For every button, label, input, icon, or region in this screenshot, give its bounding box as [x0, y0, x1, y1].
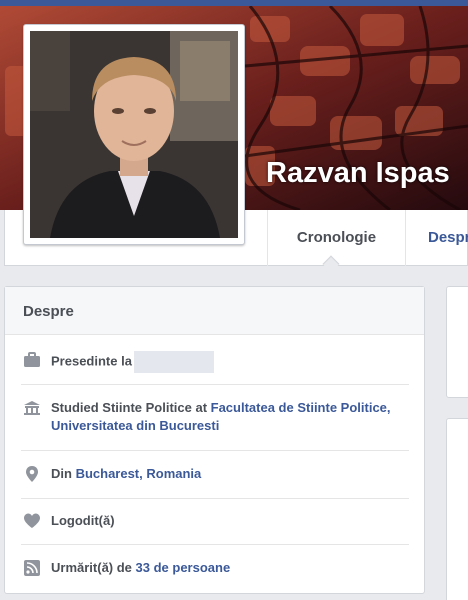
followers-text: Urmărit(ă) de [51, 560, 136, 575]
rss-feed-icon [23, 559, 41, 577]
school-icon [23, 399, 41, 417]
tab-timeline[interactable]: Cronologie [267, 210, 405, 266]
info-row-education: Studied Stiinte Politice at Facultatea d… [21, 399, 409, 451]
right-column-card [446, 286, 468, 398]
profile-name[interactable]: Razvan Ispas [266, 157, 450, 190]
hometown-link[interactable]: Bucharest, Romania [76, 466, 202, 481]
info-row-relationship: Logodit(ă) [21, 512, 409, 545]
info-row-hometown: Din Bucharest, Romania [21, 465, 409, 499]
briefcase-icon [23, 351, 41, 369]
education-text: Studied Stiinte Politice at [51, 400, 211, 415]
profile-picture[interactable] [23, 24, 245, 245]
info-row-followers: Urmărit(ă) de 33 de persoane [21, 559, 409, 589]
info-row-work: Presedinte la [21, 351, 409, 385]
redacted-workplace [133, 351, 214, 373]
about-card-title: Despre [5, 287, 424, 335]
relationship-text: Logodit(ă) [51, 513, 115, 528]
profile-photo-image [30, 31, 238, 238]
work-text: Presedinte la [51, 353, 132, 369]
about-card: Despre Presedinte la Studied Stiinte Pol… [4, 286, 425, 594]
right-column-photos-card [446, 418, 468, 600]
hometown-text: Din [51, 466, 76, 481]
followers-link[interactable]: 33 de persoane [136, 560, 231, 575]
location-pin-icon [23, 465, 41, 483]
heart-icon [23, 512, 41, 530]
tab-about[interactable]: Despre [405, 210, 468, 266]
